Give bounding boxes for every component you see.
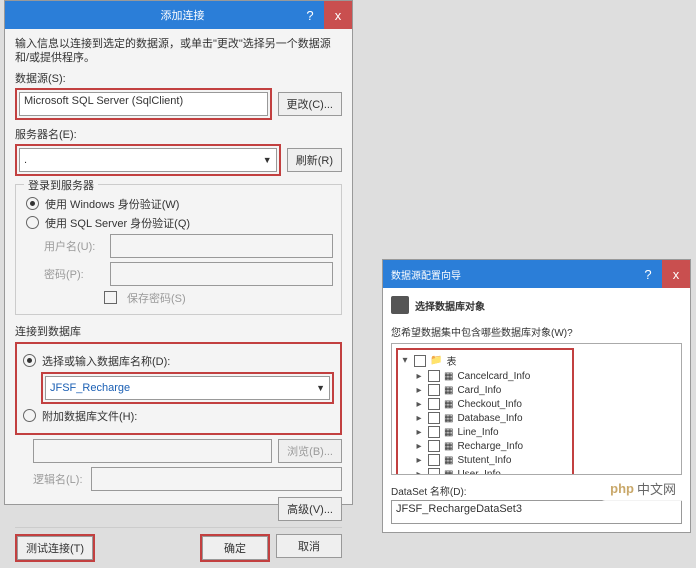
change-button[interactable]: 更改(C)... — [278, 92, 342, 116]
instruction-text: 输入信息以连接到选定的数据源，或单击"更改"选择另一个数据源和/或提供程序。 — [15, 37, 342, 66]
windows-auth-radio[interactable]: 使用 Windows 身份验证(W) — [26, 196, 333, 212]
refresh-button[interactable]: 刷新(R) — [287, 148, 342, 172]
browse-button: 浏览(B)... — [278, 439, 342, 463]
sql-auth-radio[interactable]: 使用 SQL Server 身份验证(Q) — [26, 215, 333, 231]
username-input — [110, 234, 333, 258]
ok-button[interactable]: 确定 — [202, 536, 268, 560]
tree-leaf[interactable]: ▸▦User_Info — [414, 467, 570, 475]
help-button[interactable]: ? — [634, 260, 662, 288]
tree-leaf[interactable]: ▸▦Database_Info — [414, 411, 570, 425]
save-password-label: 保存密码(S) — [127, 290, 186, 306]
database-icon — [391, 296, 409, 314]
tree-leaf[interactable]: ▸▦Stutent_Info — [414, 453, 570, 467]
server-dropdown[interactable]: . ▼ — [19, 148, 277, 172]
select-db-radio[interactable]: 选择或输入数据库名称(D): — [23, 353, 334, 369]
title-bar: 数据源配置向导 ? x — [383, 260, 690, 288]
password-input — [110, 262, 333, 286]
login-group: 登录到服务器 使用 Windows 身份验证(W) 使用 SQL Server … — [15, 184, 342, 315]
close-button[interactable]: x — [662, 260, 690, 288]
server-label: 服务器名(E): — [15, 126, 342, 142]
advanced-button[interactable]: 高级(V)... — [278, 497, 342, 521]
tree-leaf[interactable]: ▸▦Card_Info — [414, 383, 570, 397]
attach-file-input — [33, 439, 272, 463]
datasource-input[interactable]: Microsoft SQL Server (SqlClient) — [19, 92, 268, 116]
chevron-down-icon: ▼ — [263, 155, 272, 165]
title-bar: 添加连接 ? x — [5, 1, 352, 29]
save-password-checkbox — [104, 291, 117, 304]
datasource-label: 数据源(S): — [15, 70, 342, 86]
wizard-header: 选择数据库对象 — [391, 294, 682, 316]
cancel-button[interactable]: 取消 — [276, 534, 342, 558]
logical-name-input — [91, 467, 342, 491]
watermark: php中文网 — [600, 476, 686, 501]
tree-root[interactable]: ▾📁表 — [400, 352, 570, 369]
username-label: 用户名(U): — [44, 238, 104, 254]
database-dropdown[interactable]: JFSF_Recharge ▼ — [45, 376, 330, 400]
tree-leaf[interactable]: ▸▦Checkout_Info — [414, 397, 570, 411]
password-label: 密码(P): — [44, 266, 104, 282]
close-button[interactable]: x — [324, 1, 352, 29]
window-title: 数据源配置向导 — [391, 267, 461, 282]
object-tree[interactable]: ▾📁表 ▸▦Cancelcard_Info▸▦Card_Info▸▦Checko… — [391, 343, 682, 475]
test-connection-button[interactable]: 测试连接(T) — [17, 536, 93, 560]
tree-leaf[interactable]: ▸▦Recharge_Info — [414, 439, 570, 453]
logical-name-label: 逻辑名(L): — [33, 471, 85, 487]
attach-db-radio[interactable]: 附加数据库文件(H): — [23, 408, 334, 424]
window-title: 添加连接 — [161, 7, 205, 23]
tree-leaf[interactable]: ▸▦Cancelcard_Info — [414, 369, 570, 383]
tree-leaf[interactable]: ▸▦Line_Info — [414, 425, 570, 439]
dataset-name-input[interactable]: JFSF_RechargeDataSet3 — [391, 500, 682, 524]
connect-db-title: 连接到数据库 — [15, 323, 342, 339]
login-title: 登录到服务器 — [24, 177, 98, 193]
wizard-question: 您希望数据集中包含哪些数据库对象(W)? — [391, 324, 682, 339]
help-button[interactable]: ? — [296, 1, 324, 29]
chevron-down-icon: ▼ — [316, 383, 325, 393]
add-connection-dialog: 添加连接 ? x 输入信息以连接到选定的数据源，或单击"更改"选择另一个数据源和… — [4, 0, 353, 505]
